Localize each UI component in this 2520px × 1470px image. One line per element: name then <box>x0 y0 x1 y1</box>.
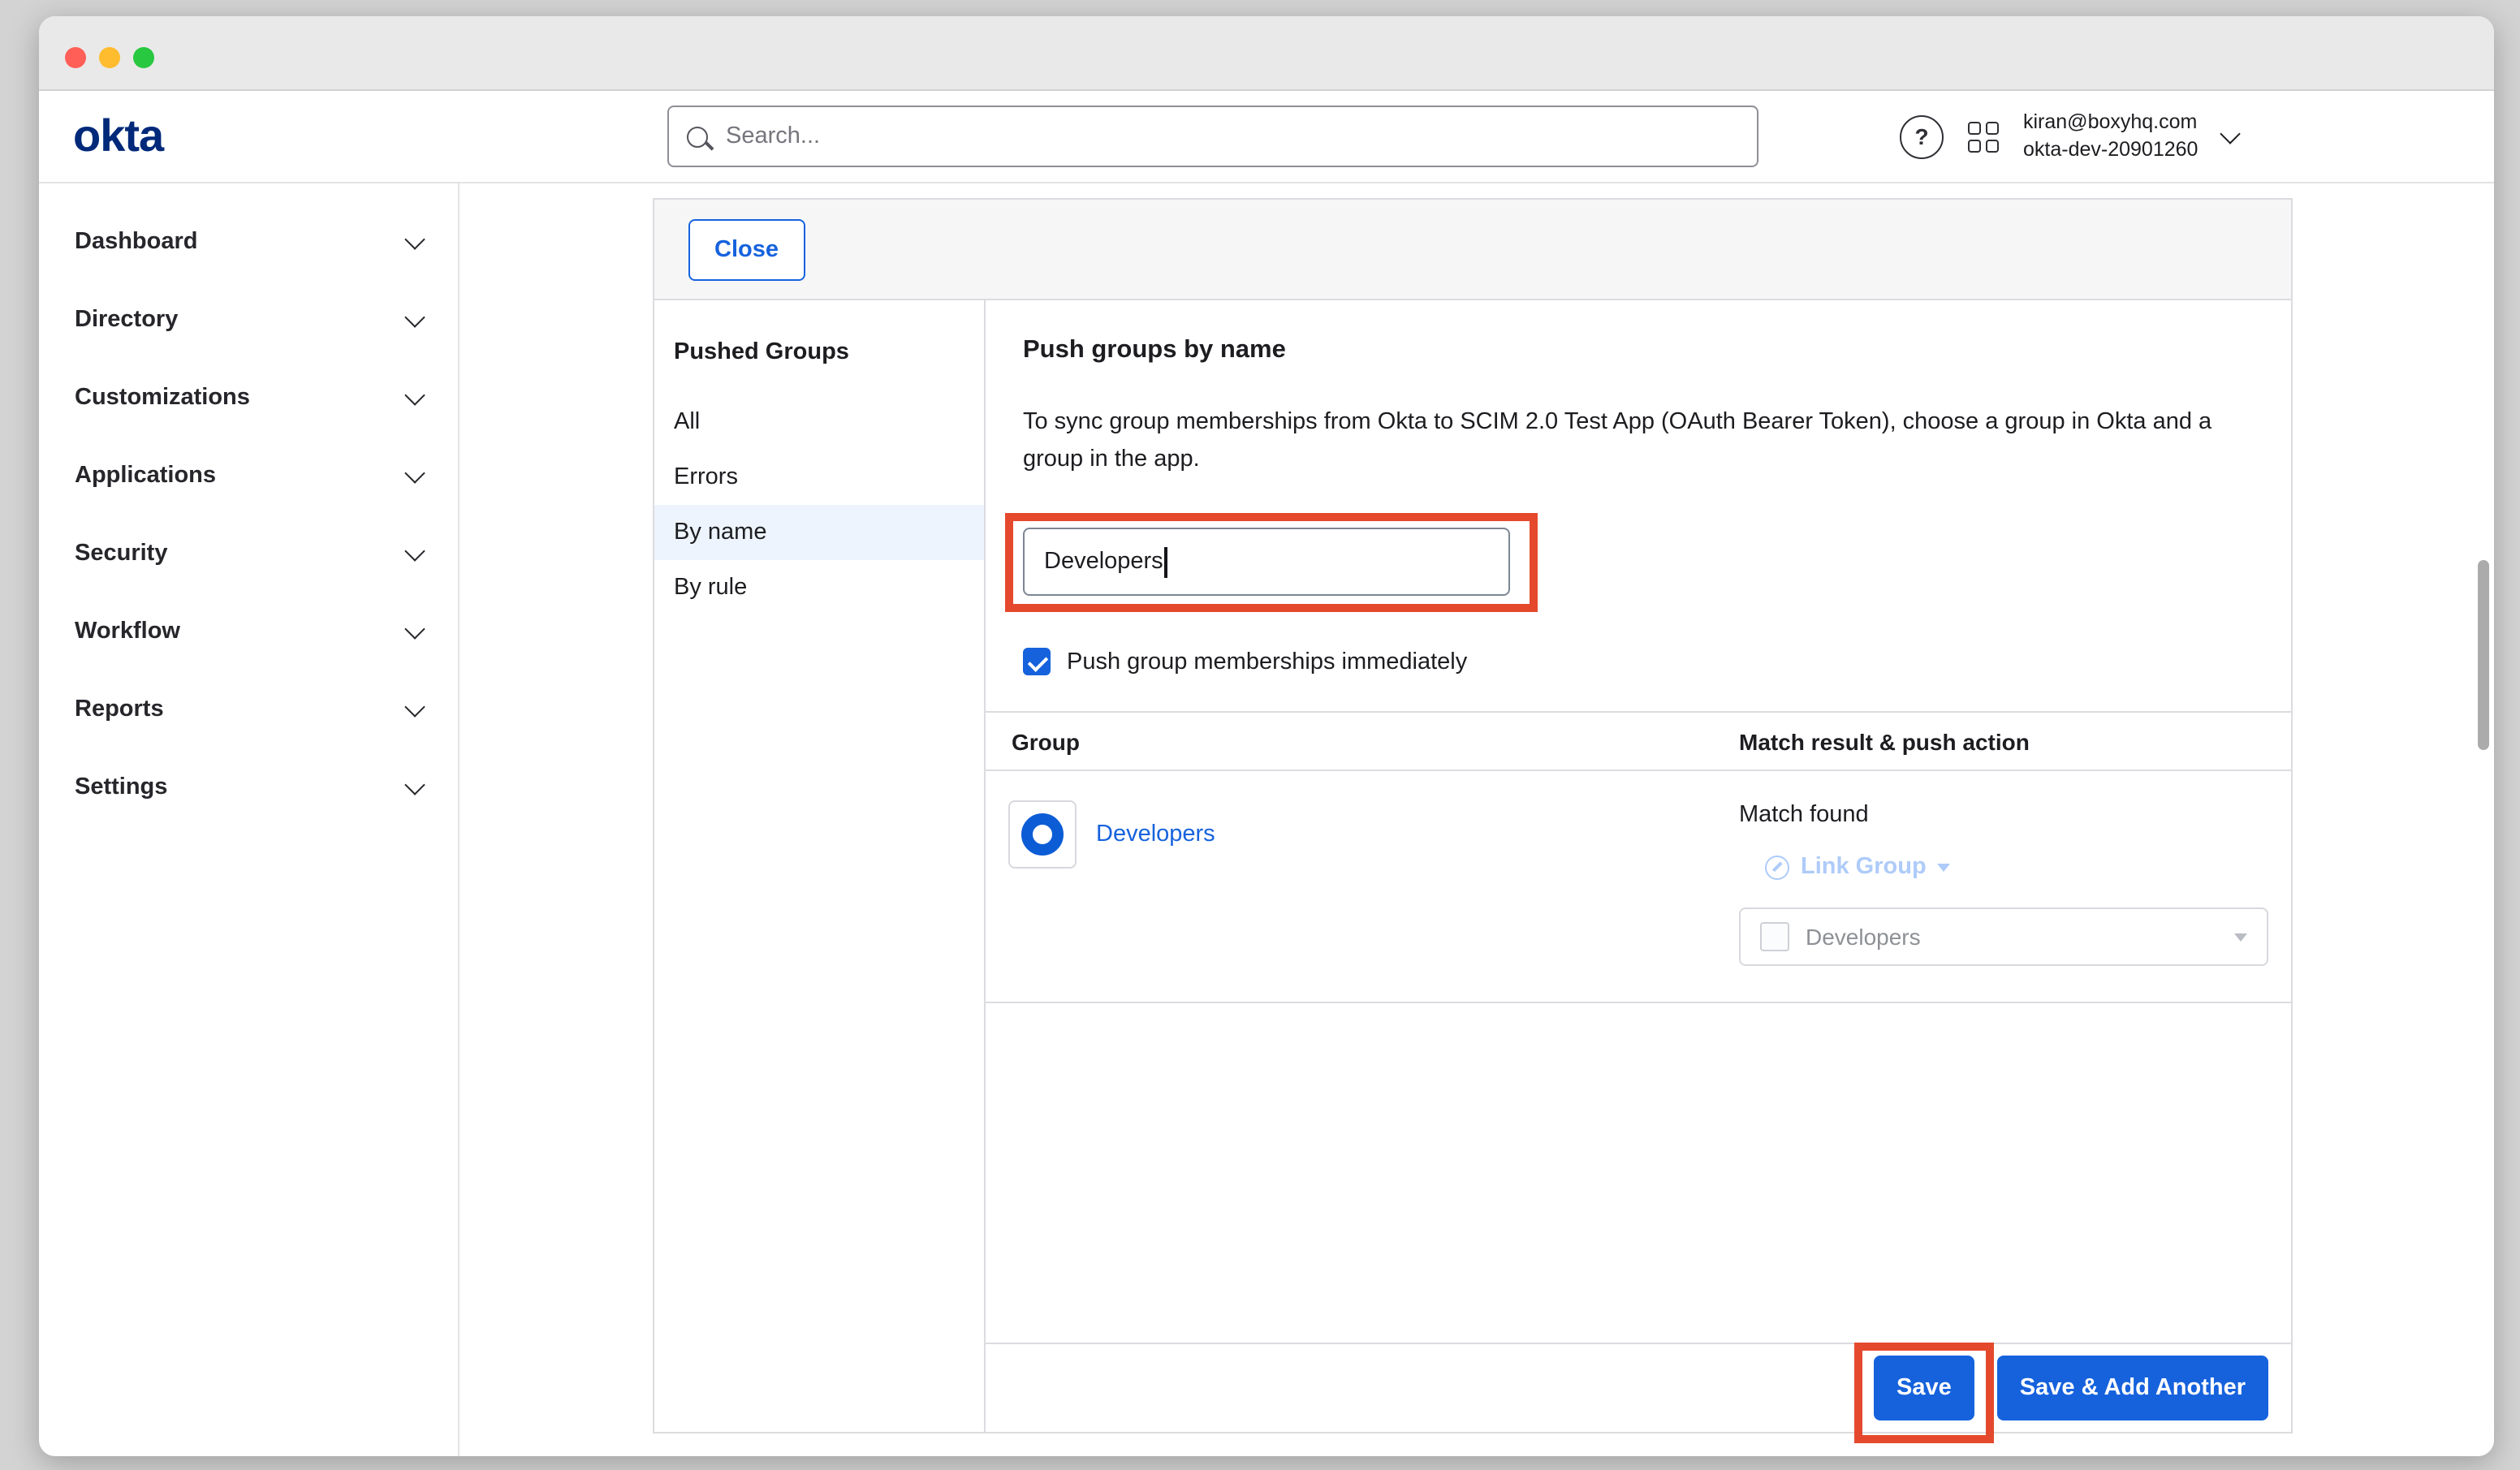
sidebar-item-directory[interactable]: Directory <box>39 281 458 359</box>
minimize-window-button[interactable] <box>99 47 120 68</box>
sidebar-nav: Dashboard Directory Customizations Appli… <box>39 183 460 1456</box>
sidebar-item-label: Settings <box>75 774 167 800</box>
group-input-annotation: Developers <box>1023 528 1510 597</box>
save-add-another-button[interactable]: Save & Add Another <box>1997 1356 2268 1420</box>
match-status: Match found <box>1739 803 1869 829</box>
sidebar-item-dashboard[interactable]: Dashboard <box>39 203 458 281</box>
link-icon <box>1765 856 1789 880</box>
main-area: Close Pushed Groups All Errors By name B… <box>460 183 2494 1456</box>
chevron-down-icon <box>404 774 425 795</box>
subnav-item-errors[interactable]: Errors <box>654 450 984 505</box>
close-button[interactable]: Close <box>688 219 805 281</box>
grid-cell <box>1968 121 1981 134</box>
sidebar-item-label: Reports <box>75 696 164 722</box>
content-area: Dashboard Directory Customizations Appli… <box>39 183 2494 1456</box>
chevron-down-icon <box>404 307 425 327</box>
push-groups-dialog: Close Pushed Groups All Errors By name B… <box>653 198 2293 1433</box>
grid-cell <box>1986 139 1999 152</box>
caret-down-icon <box>1938 864 1951 872</box>
save-button-annotation: Save <box>1874 1356 1974 1420</box>
grid-cell <box>1968 139 1981 152</box>
save-button[interactable]: Save <box>1874 1356 1974 1420</box>
zoom-window-button[interactable] <box>133 47 154 68</box>
okta-logo: okta <box>73 110 163 162</box>
group-cell: Developers <box>986 801 1739 869</box>
sidebar-item-reports[interactable]: Reports <box>39 670 458 748</box>
dialog-header: Close <box>654 200 2291 300</box>
grid-cell <box>1986 121 1999 134</box>
sidebar-item-label: Security <box>75 541 167 567</box>
panel-description: To sync group memberships from Okta to S… <box>1023 404 2233 480</box>
link-group-label: Link Group <box>1801 855 1927 881</box>
close-window-button[interactable] <box>65 47 86 68</box>
sidebar-item-settings[interactable]: Settings <box>39 748 458 826</box>
titlebar <box>39 16 2494 91</box>
chevron-down-icon <box>404 541 425 561</box>
empty-space <box>986 1004 2291 1343</box>
push-by-name-panel: Push groups by name To sync group member… <box>986 300 2291 1432</box>
help-icon[interactable]: ? <box>1900 114 1944 158</box>
push-immediately-option[interactable]: Push group memberships immediately <box>1023 649 2259 676</box>
global-search[interactable] <box>667 106 1758 167</box>
header-actions: ? kiran@boxyhq.com okta-dev-20901260 <box>1900 91 2237 182</box>
vertical-scrollbar-thumb[interactable] <box>2478 560 2489 750</box>
sidebar-item-label: Directory <box>75 307 178 333</box>
account-info[interactable]: kiran@boxyhq.com okta-dev-20901260 <box>2023 109 2198 164</box>
caret-down-icon <box>2234 933 2247 942</box>
chevron-down-icon <box>404 696 425 717</box>
chevron-down-icon <box>404 229 425 249</box>
pushed-groups-subnav: Pushed Groups All Errors By name By rule <box>654 300 986 1432</box>
sidebar-item-workflow[interactable]: Workflow <box>39 593 458 670</box>
group-search-input[interactable]: Developers <box>1023 528 1510 597</box>
sidebar-item-label: Dashboard <box>75 229 198 255</box>
group-avatar <box>1008 801 1077 869</box>
chevron-down-icon[interactable] <box>2220 123 2240 143</box>
target-group-select[interactable]: Developers <box>1739 908 2268 967</box>
text-cursor <box>1165 547 1167 578</box>
subnav-item-by-rule[interactable]: By rule <box>654 560 984 615</box>
sidebar-item-label: Applications <box>75 463 216 489</box>
group-name-link[interactable]: Developers <box>1096 822 1215 848</box>
account-email: kiran@boxyhq.com <box>2023 109 2198 136</box>
dialog-body: Pushed Groups All Errors By name By rule… <box>654 300 2291 1432</box>
checkbox-checked-icon[interactable] <box>1023 649 1051 676</box>
link-group-action[interactable]: Link Group <box>1765 855 1951 881</box>
dialog-footer: Save Save & Add Another <box>986 1343 2291 1432</box>
chevron-down-icon <box>404 463 425 483</box>
subnav-item-all[interactable]: All <box>654 394 984 450</box>
column-match-result: Match result & push action <box>1739 729 2291 755</box>
group-icon <box>1021 814 1064 856</box>
checkbox-label: Push group memberships immediately <box>1067 649 1467 675</box>
column-group: Group <box>986 729 1739 755</box>
table-row: Developers Match found Link Group <box>986 772 2291 1004</box>
subnav-item-by-name[interactable]: By name <box>654 505 984 560</box>
chevron-down-icon <box>404 619 425 639</box>
app-header: okta ? kiran@boxyhq.com okta-dev-2090126… <box>39 91 2494 183</box>
sidebar-item-security[interactable]: Security <box>39 515 458 593</box>
sidebar-item-customizations[interactable]: Customizations <box>39 359 458 437</box>
sidebar-item-label: Workflow <box>75 619 180 644</box>
group-input-value: Developers <box>1044 550 1163 575</box>
search-icon <box>687 126 708 147</box>
match-cell: Match found Link Group Developers <box>1739 788 2291 967</box>
panel-head: Push groups by name To sync group member… <box>986 300 2291 712</box>
chevron-down-icon <box>404 385 425 405</box>
search-input[interactable] <box>723 122 1739 151</box>
panel-title: Push groups by name <box>1023 336 2259 365</box>
subnav-title: Pushed Groups <box>654 320 984 394</box>
sidebar-item-applications[interactable]: Applications <box>39 437 458 515</box>
group-swatch-icon <box>1760 923 1789 952</box>
sidebar-item-label: Customizations <box>75 385 250 411</box>
account-org: okta-dev-20901260 <box>2023 136 2198 164</box>
app-window: okta ? kiran@boxyhq.com okta-dev-2090126… <box>39 16 2494 1456</box>
target-group-value: Developers <box>1806 925 2218 951</box>
apps-grid-icon[interactable] <box>1968 121 1999 152</box>
table-header: Group Match result & push action <box>986 712 2291 772</box>
